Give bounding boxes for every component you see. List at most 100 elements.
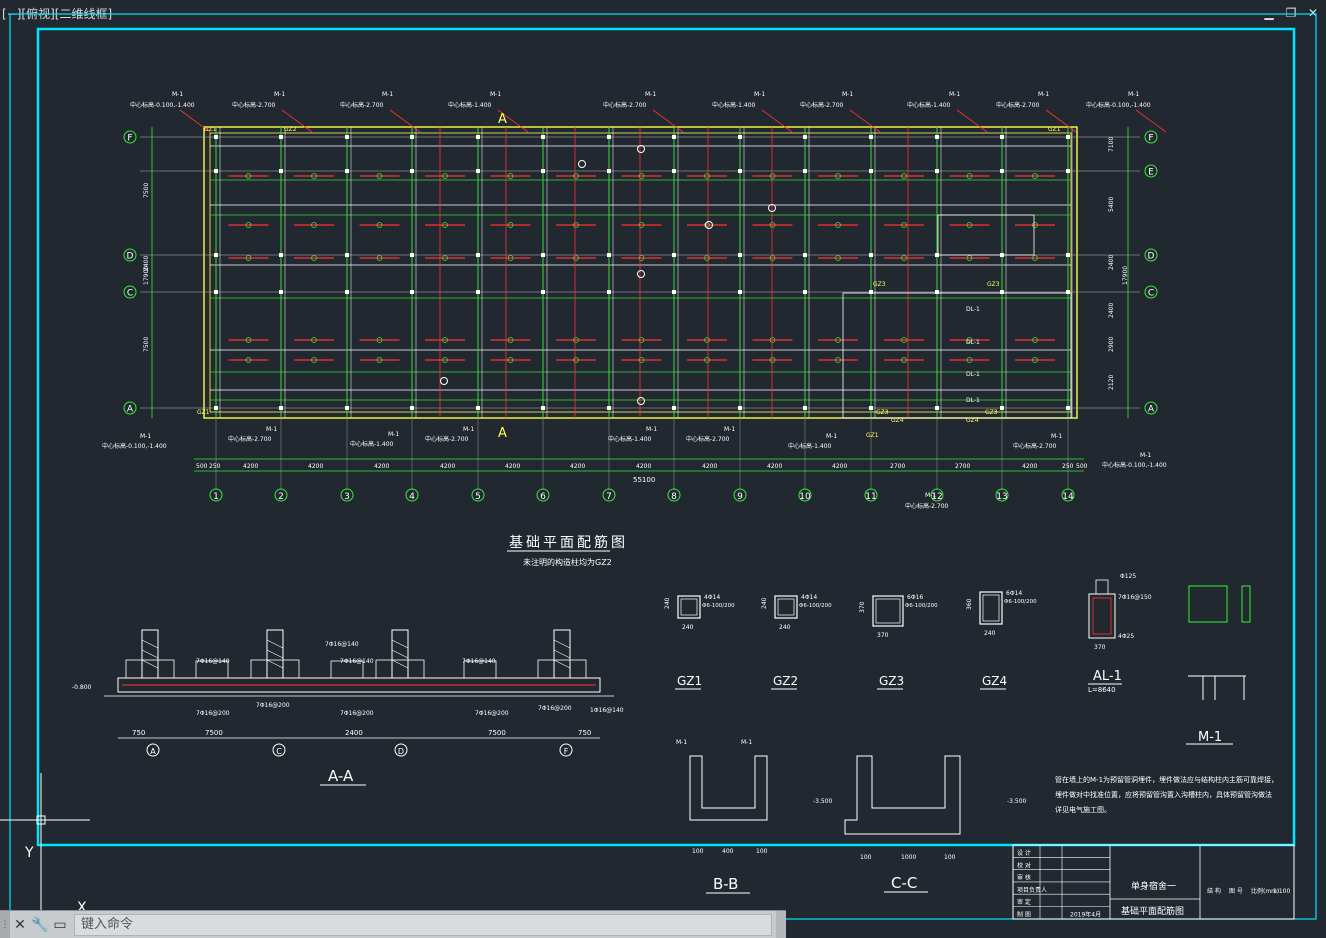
cad-drawing-canvas[interactable]: 1 2 3 4 5 6 7 8 9 10 11 12 13 14FDCAFEDCA 500 250 4200 4… [0,0,1326,937]
column-dot [214,169,218,173]
bb-title: B-B [713,875,738,893]
ground-beam-label: DL-1 [966,397,980,404]
bay-dimension: 4200 [1022,463,1037,470]
column-dot [345,290,349,294]
column-dot [1000,135,1004,139]
plan-subtitle: 未注明的构造柱均为GZ2 [523,557,612,567]
top-embed-elevation: 中心标高-0.100,-1.400 [1086,101,1151,109]
column-dot [672,406,676,410]
column-dot [214,253,218,257]
section-a-a[interactable]: -0.800 A-A 7Φ16@140 7Φ16@1407Φ16@1407Φ16@… [72,629,624,786]
close-command-icon[interactable]: ✕ [10,915,30,935]
wall-hatch [141,639,159,669]
al1-top-label: Φ125 [1120,573,1136,580]
section-m-1[interactable]: M-1 [1186,585,1251,745]
tb-right-head: 1:100 [1273,888,1290,895]
stair-room-outline [842,292,1072,419]
section-aa-detail: 7Φ16@140 7Φ16@140 7Φ16@140 7Φ16@140 7Φ16@200… [118,629,624,757]
left-dimension: 2400 [143,256,150,271]
top-embed-elevation: 中心标高-2.700 [603,101,647,109]
aa-dimension: 7500 [205,729,223,737]
foundation-plan[interactable]: 1 2 3 4 5 6 7 8 9 10 11 12 13 14FDCAFEDCA 500 250 4200 4… [102,91,1167,567]
bay-dimension: 500 [1076,463,1088,470]
bottom-embed-mark: M-1 [463,426,474,433]
axis-number-14: 14 [1062,492,1074,502]
column-stirrup-spec: Φ6-100/200 [905,603,938,609]
column-outline [872,595,904,627]
column-dot [672,135,676,139]
axis-number-2: 2 [278,492,284,502]
aa-axis-letter: C [276,747,282,756]
bay-dimension: 4200 [440,463,455,470]
section-c-c[interactable]: -3.500 100 1000 100 C-C [844,755,1027,893]
note-line-1: 管在墙上的M-1为预留管洞埋件，埋件做法应与结构柱内主筋可靠焊接， [1055,775,1278,784]
pipe-hole [637,145,645,153]
left-axis-letter: C [127,289,133,299]
cc-elevation: -3.500 [1007,798,1027,805]
top-embed-elevation: 中心标高-2.700 [232,101,276,109]
command-grip-handle[interactable]: ⋮ [0,911,10,938]
axis-number-7: 7 [606,492,612,502]
column-dot [803,135,807,139]
bay-dimension: 250 [209,463,221,470]
bb-dim-1: 100 [692,848,704,855]
bottom-embed-elevation: 中心标高-1.400 [788,442,832,450]
column-label: GZ3 [873,281,886,288]
column-label: GZ3 [985,409,998,416]
command-line-bar[interactable]: ⋮ ✕ 🔧 ▭ 键入命令 [0,910,786,938]
section-rebar-label: 7Φ16@200 [340,710,374,717]
right-dimension: 2400 [1108,255,1115,270]
bottom-embed-elevation: 中心标高-2.700 [1013,442,1057,450]
bb-elevation: -3.500 [813,798,833,805]
column-sections[interactable]: 4Φ14 Φ6-100/200 240 240 GZ1 4Φ14 Φ6-100/200 240… [664,590,1037,690]
column-dot [869,406,873,410]
column-label: GZ3 [987,281,1000,288]
column-dot [541,253,545,257]
top-embed-mark: M-1 [490,91,501,98]
right-axis-letter: C [1148,289,1154,299]
column-dot [279,169,283,173]
aa-dimension: 2400 [345,729,363,737]
column-dot [476,169,480,173]
column-title: GZ4 [982,674,1007,688]
column-dot [541,406,545,410]
section-b-b[interactable]: M-1 M-1 -3.500 100 400 100 B-B [676,739,833,894]
wall-hatch [553,639,571,669]
column-label: GZ1 [866,432,879,439]
axis-number-6: 6 [540,492,546,502]
ground-beam-label: DL-1 [966,339,980,346]
column-dot [476,290,480,294]
command-input[interactable]: 键入命令 [74,913,772,936]
command-history-icon[interactable]: ▭ [50,915,70,935]
column-dot [738,253,742,257]
column-dot [607,135,611,139]
column-dot [803,253,807,257]
customize-wrench-icon[interactable]: 🔧 [30,915,50,935]
top-embed-mark: M-1 [1038,91,1049,98]
column-label: GZ1 [197,409,210,416]
command-scrollbar[interactable] [776,911,786,938]
aa-dimension: 750 [578,729,591,737]
title-block[interactable]: 单身宿舍一 基础平面配筋图 设 计校 对审 核项目负责人审 定制 图 2019年4… [1012,844,1295,920]
top-embed-mark: M-1 [645,91,656,98]
al1-stirrup [1092,597,1112,635]
al1-title: AL-1 [1093,669,1122,684]
top-embed-mark: M-1 [754,91,765,98]
column-label: GZ2 [284,126,297,133]
column-rebar: 4Φ14 [704,594,720,601]
column-label: GZ1 [204,126,217,133]
column-height: 370 [859,601,866,613]
column-width: 370 [877,632,889,639]
column-dot [607,253,611,257]
section-al-1[interactable]: Φ125 7Φ16@150 4Φ25 370 AL-1 L=8640 [1088,573,1152,694]
column-stirrup [680,598,698,616]
top-embed-mark: M-1 [172,91,183,98]
sheet-inner-frame [36,27,1296,847]
column-dot [541,290,545,294]
column-width: 240 [682,624,694,631]
column-stirrup [875,598,901,624]
top-embed-leader [389,109,421,133]
m1-title: M-1 [1198,730,1222,745]
al1-rebar-1: 7Φ16@150 [1118,594,1152,601]
column-dot [214,135,218,139]
